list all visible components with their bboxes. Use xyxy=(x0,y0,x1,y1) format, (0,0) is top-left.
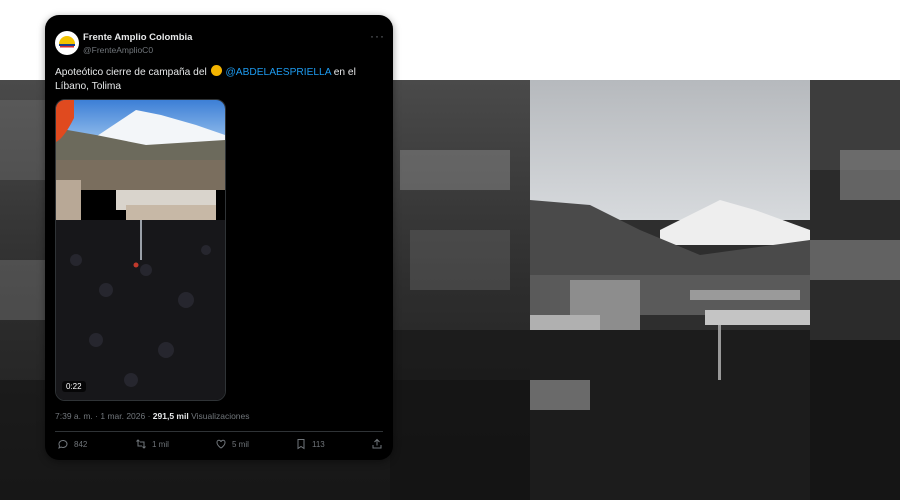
share-icon xyxy=(372,438,382,449)
views-count: 291,5 mil xyxy=(152,411,189,421)
author-name[interactable]: Frente Amplio Colombia xyxy=(83,32,192,43)
tweet-card: Frente Amplio Colombia @FrenteAmplioC0 ·… xyxy=(45,15,393,460)
tweet-video[interactable]: 0:22 xyxy=(55,99,226,401)
retweet-button[interactable]: 1 mil xyxy=(135,438,169,450)
like-icon xyxy=(216,439,226,449)
tiger-emoji-icon xyxy=(210,65,222,76)
reply-count: 842 xyxy=(74,439,88,449)
reply-icon xyxy=(58,439,68,449)
reply-button[interactable]: 842 xyxy=(57,438,87,450)
retweet-count: 1 mil xyxy=(152,439,169,449)
author-handle[interactable]: @FrenteAmplioC0 xyxy=(83,45,153,55)
tweet-metadata: 7:39 a. m. · 1 mar. 2026 · 291,5 mil Vis… xyxy=(55,411,250,421)
views-label: Visualizaciones xyxy=(188,411,250,421)
tweet-text-part: Apoteótico cierre de campaña del xyxy=(55,67,210,78)
retweet-icon xyxy=(136,439,146,449)
like-count: 5 mil xyxy=(232,439,249,449)
tweet-timestamp[interactable]: 7:39 a. m. · 1 mar. 2026 · xyxy=(55,411,153,421)
like-button[interactable]: 5 mil xyxy=(215,438,249,450)
background-image-center xyxy=(530,80,810,500)
share-button[interactable] xyxy=(371,438,383,450)
more-icon[interactable]: ··· xyxy=(370,29,385,43)
bookmark-button[interactable]: 113 xyxy=(295,438,325,450)
bookmark-icon xyxy=(297,439,305,450)
mention-link[interactable]: @ABDELAESPRIELLA xyxy=(225,67,330,78)
avatar[interactable] xyxy=(55,31,79,55)
background-image-right xyxy=(810,80,900,500)
divider xyxy=(55,431,383,432)
video-duration: 0:22 xyxy=(62,381,86,392)
bookmark-count: 113 xyxy=(312,439,325,449)
tweet-actions: 842 1 mil 5 mil 113 xyxy=(55,438,383,454)
tweet-text: Apoteótico cierre de campaña del @ABDELA… xyxy=(55,65,385,94)
